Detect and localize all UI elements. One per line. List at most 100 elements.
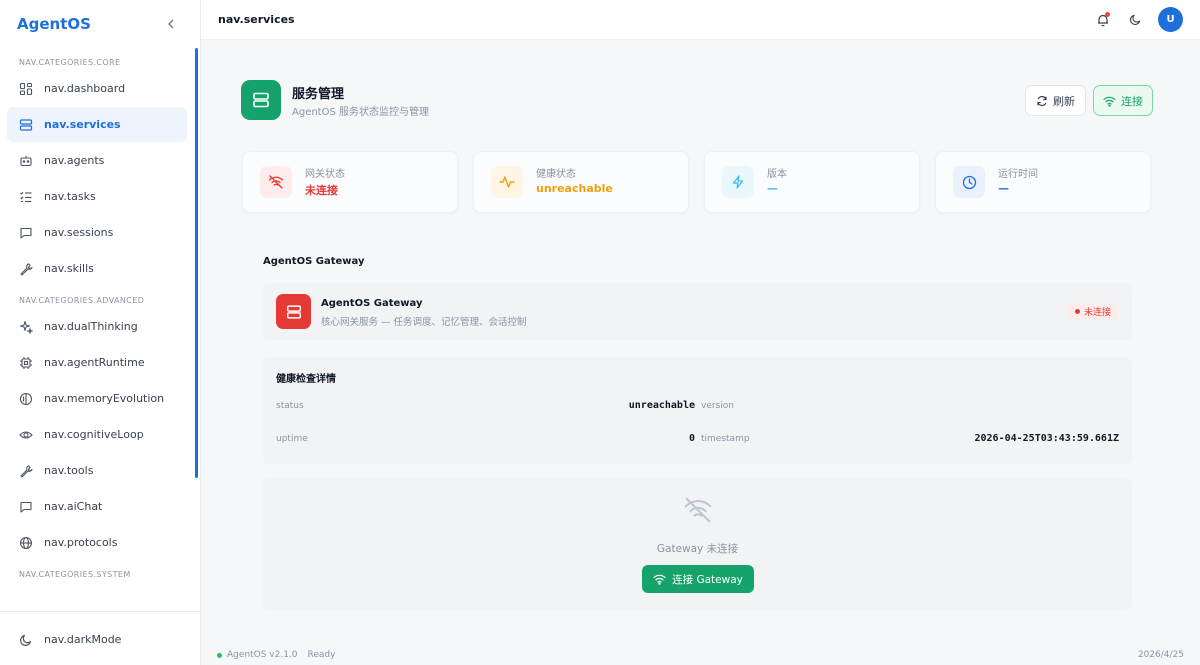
sidebar-item-label: nav.dualThinking xyxy=(44,320,138,333)
app-state: Ready xyxy=(307,650,336,660)
brain-icon xyxy=(18,391,34,407)
status-dot xyxy=(1074,309,1080,314)
sidebar-item-label: nav.tools xyxy=(44,464,94,477)
sidebar-item-label: nav.cognitiveLoop xyxy=(44,428,144,441)
connect-gateway-label: 连接 Gateway xyxy=(672,573,743,586)
current-date: 2026/4/25 xyxy=(1137,650,1184,660)
status-badge-label: 未连接 xyxy=(1083,308,1111,318)
wrench-icon xyxy=(18,463,34,479)
sidebar-item-label: nav.protocols xyxy=(44,536,118,549)
sidebar-item-tools[interactable]: nav.tools xyxy=(7,453,187,488)
health-check-panel: 健康检查详情 status unreachable version uptime… xyxy=(263,357,1132,464)
sidebar-item-label: nav.sessions xyxy=(44,226,114,239)
moon-icon xyxy=(18,632,34,648)
stat-label: 网关状态 xyxy=(305,169,345,180)
gateway-card[interactable]: AgentOS Gateway 核心网关服务 — 任务调度、记忆管理、会话控制 … xyxy=(263,283,1132,340)
page-subtitle: AgentOS 服务状态监控与管理 xyxy=(292,107,429,118)
app-version: AgentOS v2.1.0 xyxy=(227,650,298,660)
sidebar-nav: NAV.CATEGORIES.CORE nav.dashboard nav.se… xyxy=(0,48,201,610)
breadcrumb: nav.services xyxy=(218,13,295,26)
sidebar-item-memory-evolution[interactable]: nav.memoryEvolution xyxy=(7,381,187,416)
moon-icon xyxy=(1129,14,1140,26)
connect-label: 连接 xyxy=(1121,94,1143,108)
status-badge: 未连接 xyxy=(1066,303,1119,320)
status-bar: AgentOS v2.1.0 Ready 2026/4/25 xyxy=(201,645,1200,665)
section-title: AgentOS Gateway xyxy=(263,256,365,267)
theme-toggle-button[interactable] xyxy=(1126,11,1144,29)
sparkles-icon xyxy=(18,319,34,335)
stat-value: unreachable xyxy=(536,182,613,195)
stat-card-uptime: 运行时间 — xyxy=(935,151,1151,213)
globe-icon xyxy=(18,535,34,551)
stats-row: 网关状态 未连接 健康状态 unreachable 版本 — 运行时间 — xyxy=(242,151,1153,213)
health-title: 健康检查详情 xyxy=(276,374,336,385)
main-content: 服务管理 AgentOS 服务状态监控与管理 刷新 连接 网关状态 未连接 健康… xyxy=(201,40,1200,645)
connect-button[interactable]: 连接 xyxy=(1093,85,1153,116)
sidebar-item-label: nav.agents xyxy=(44,154,105,167)
empty-state-text: Gateway 未连接 xyxy=(656,543,739,555)
stat-value: — xyxy=(767,182,778,195)
sidebar-footer: nav.darkMode xyxy=(0,611,201,665)
health-key: uptime xyxy=(276,434,308,444)
cpu-icon xyxy=(18,355,34,371)
list-check-icon xyxy=(18,189,34,205)
notification-dot xyxy=(1105,11,1110,17)
stat-label: 版本 xyxy=(767,169,787,180)
sidebar-item-ai-chat[interactable]: nav.aiChat xyxy=(7,489,187,524)
stat-label: 健康状态 xyxy=(536,169,576,180)
page-header: 服务管理 AgentOS 服务状态监控与管理 刷新 连接 xyxy=(241,80,1153,122)
grid-icon xyxy=(18,81,34,97)
nav-category-core: NAV.CATEGORIES.CORE xyxy=(19,57,121,67)
page-title: 服务管理 xyxy=(292,87,345,102)
server-icon xyxy=(276,294,311,329)
notifications-button[interactable] xyxy=(1094,11,1112,29)
wifi-off-icon xyxy=(682,494,714,526)
avatar[interactable]: U xyxy=(1158,7,1183,32)
sidebar-item-services[interactable]: nav.services xyxy=(7,107,187,142)
health-value: unreachable xyxy=(628,400,695,411)
sidebar-item-tasks[interactable]: nav.tasks xyxy=(7,179,187,214)
sidebar-item-agents[interactable]: nav.agents xyxy=(7,143,187,178)
wifi-icon xyxy=(653,574,666,585)
collapse-sidebar-button[interactable] xyxy=(164,17,178,31)
sidebar-item-label: nav.memoryEvolution xyxy=(44,392,165,405)
refresh-icon xyxy=(1037,95,1047,106)
sidebar-item-agent-runtime[interactable]: nav.agentRuntime xyxy=(7,345,187,380)
activity-icon xyxy=(491,166,523,198)
sidebar-item-label: nav.agentRuntime xyxy=(44,356,145,369)
chat-icon xyxy=(18,499,34,515)
health-value: 0 xyxy=(688,433,695,444)
sidebar: AgentOS NAV.CATEGORIES.CORE nav.dashboar… xyxy=(0,0,201,665)
stat-card-health-status: 健康状态 unreachable xyxy=(473,151,689,213)
dark-mode-toggle[interactable]: nav.darkMode xyxy=(7,622,187,657)
health-value: 2026-04-25T03:43:59.661Z xyxy=(974,433,1120,444)
sidebar-item-cognitive-loop[interactable]: nav.cognitiveLoop xyxy=(7,417,187,452)
sidebar-item-dual-thinking[interactable]: nav.dualThinking xyxy=(7,309,187,344)
sidebar-item-dashboard[interactable]: nav.dashboard xyxy=(7,71,187,106)
gateway-name: AgentOS Gateway xyxy=(321,298,423,309)
sidebar-item-skills[interactable]: nav.skills xyxy=(7,251,187,286)
top-actions: U xyxy=(1094,7,1183,32)
sidebar-header: AgentOS xyxy=(0,0,200,48)
sidebar-item-protocols[interactable]: nav.protocols xyxy=(7,525,187,560)
sidebar-item-label: nav.darkMode xyxy=(44,633,122,646)
eye-icon xyxy=(18,427,34,443)
health-key: timestamp xyxy=(701,434,750,444)
sidebar-item-label: nav.dashboard xyxy=(44,82,126,95)
sidebar-item-sessions[interactable]: nav.sessions xyxy=(7,215,187,250)
health-key: status xyxy=(276,401,304,411)
wrench-icon xyxy=(18,261,34,277)
health-key: version xyxy=(701,401,734,411)
sidebar-item-label: nav.aiChat xyxy=(44,500,103,513)
chat-icon xyxy=(18,225,34,241)
server-icon xyxy=(241,80,281,120)
stat-card-version: 版本 — xyxy=(704,151,920,213)
stat-value: 未连接 xyxy=(305,184,338,197)
sidebar-item-label: nav.services xyxy=(44,118,121,131)
stat-value: — xyxy=(998,182,1009,195)
nav-category-advanced: NAV.CATEGORIES.ADVANCED xyxy=(19,295,145,305)
clock-icon xyxy=(953,166,985,198)
nav-category-system: NAV.CATEGORIES.SYSTEM xyxy=(19,569,131,579)
refresh-button[interactable]: 刷新 xyxy=(1025,85,1086,116)
connect-gateway-button[interactable]: 连接 Gateway xyxy=(642,565,754,593)
